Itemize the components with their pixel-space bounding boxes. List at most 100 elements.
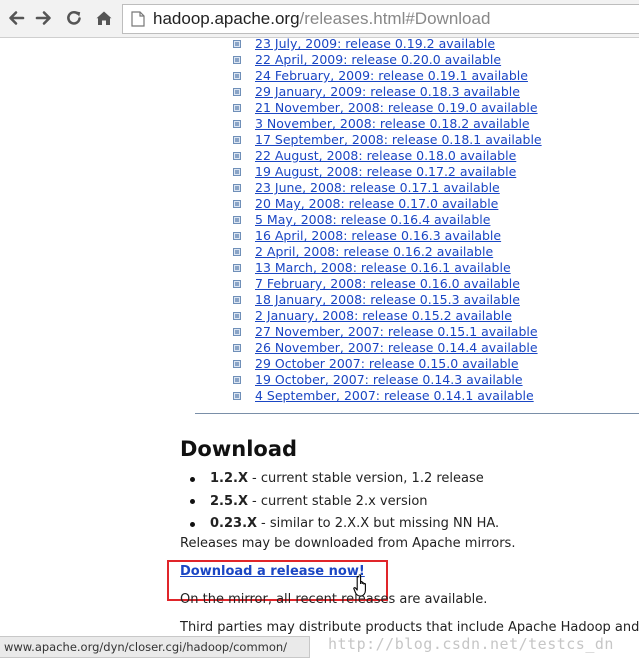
square-bullet-icon <box>233 344 241 352</box>
version-name: 0.23.X <box>210 516 258 531</box>
version-item: 1.2.X - current stable version, 1.2 relea… <box>190 468 499 491</box>
release-item: 22 April, 2009: release 0.20.0 available <box>233 52 542 68</box>
release-item: 5 May, 2008: release 0.16.4 available <box>233 212 542 228</box>
release-link[interactable]: 29 October 2007: release 0.15.0 availabl… <box>255 356 519 372</box>
square-bullet-icon <box>233 72 241 80</box>
mirror-note-text: On the mirror, all recent releases are a… <box>180 592 488 607</box>
back-button[interactable] <box>4 6 28 30</box>
download-release-link[interactable]: Download a release now! <box>180 564 365 579</box>
download-heading: Download <box>180 437 298 461</box>
release-item: 7 February, 2008: release 0.16.0 availab… <box>233 276 542 292</box>
forward-button[interactable] <box>32 6 56 30</box>
url-text[interactable]: hadoop.apache.org/releases.html#Download <box>153 9 490 29</box>
release-link[interactable]: 4 September, 2007: release 0.14.1 availa… <box>255 388 534 404</box>
release-link[interactable]: 24 February, 2009: release 0.19.1 availa… <box>255 68 528 84</box>
square-bullet-icon <box>233 328 241 336</box>
release-item: 23 July, 2009: release 0.19.2 available <box>233 36 542 52</box>
release-item: 29 January, 2009: release 0.18.3 availab… <box>233 84 542 100</box>
release-link[interactable]: 23 June, 2008: release 0.17.1 available <box>255 180 500 196</box>
release-item: 19 October, 2007: release 0.14.3 availab… <box>233 372 542 388</box>
release-link[interactable]: 18 January, 2008: release 0.15.3 availab… <box>255 292 520 308</box>
reload-icon <box>67 11 81 25</box>
release-item: 23 June, 2008: release 0.17.1 available <box>233 180 542 196</box>
release-item: 13 March, 2008: release 0.16.1 available <box>233 260 542 276</box>
square-bullet-icon <box>233 88 241 96</box>
status-bar: www.apache.org/dyn/closer.cgi/hadoop/com… <box>0 636 310 658</box>
release-item: 2 January, 2008: release 0.15.2 availabl… <box>233 308 542 324</box>
release-link[interactable]: 7 February, 2008: release 0.16.0 availab… <box>255 276 520 292</box>
release-item: 17 September, 2008: release 0.18.1 avail… <box>233 132 542 148</box>
square-bullet-icon <box>233 296 241 304</box>
url-host: hadoop.apache.org <box>153 9 300 28</box>
release-link[interactable]: 13 March, 2008: release 0.16.1 available <box>255 260 511 276</box>
home-icon <box>96 11 112 25</box>
square-bullet-icon <box>233 216 241 224</box>
watermark: http://blog.csdn.net/testcs_dn <box>328 635 614 653</box>
address-bar[interactable]: hadoop.apache.org/releases.html#Download <box>122 4 639 34</box>
release-item: 2 April, 2008: release 0.16.2 available <box>233 244 542 260</box>
section-divider <box>195 413 639 414</box>
third-party-text: Third parties may distribute products th… <box>180 620 639 635</box>
square-bullet-icon <box>233 376 241 384</box>
release-item: 29 October 2007: release 0.15.0 availabl… <box>233 356 542 372</box>
release-item: 19 August, 2008: release 0.17.2 availabl… <box>233 164 542 180</box>
url-path: /releases.html#Download <box>299 9 491 28</box>
square-bullet-icon <box>233 312 241 320</box>
version-desc: - current stable version, 1.2 release <box>252 471 484 486</box>
version-name: 1.2.X <box>210 471 248 486</box>
bullet-dot-icon <box>190 499 195 505</box>
release-item: 16 April, 2008: release 0.16.3 available <box>233 228 542 244</box>
square-bullet-icon <box>233 168 241 176</box>
square-bullet-icon <box>233 280 241 288</box>
square-bullet-icon <box>233 360 241 368</box>
square-bullet-icon <box>233 200 241 208</box>
home-button[interactable] <box>92 6 116 30</box>
release-item: 18 January, 2008: release 0.15.3 availab… <box>233 292 542 308</box>
release-link[interactable]: 22 April, 2009: release 0.20.0 available <box>255 52 501 68</box>
reload-button[interactable] <box>62 6 86 30</box>
square-bullet-icon <box>233 184 241 192</box>
version-list: 1.2.X - current stable version, 1.2 relea… <box>190 468 499 536</box>
forward-arrow-icon <box>35 11 51 25</box>
release-item: 21 November, 2008: release 0.19.0 availa… <box>233 100 542 116</box>
version-item: 0.23.X - similar to 2.X.X but missing NN … <box>190 513 499 536</box>
version-name: 2.5.X <box>210 493 248 509</box>
release-link[interactable]: 16 April, 2008: release 0.16.3 available <box>255 228 501 244</box>
browser-toolbar: hadoop.apache.org/releases.html#Download <box>0 0 639 38</box>
release-link[interactable]: 29 January, 2009: release 0.18.3 availab… <box>255 84 520 100</box>
mirrors-text: Releases may be downloaded from Apache m… <box>180 536 516 551</box>
release-link[interactable]: 5 May, 2008: release 0.16.4 available <box>255 212 490 228</box>
release-link[interactable]: 22 August, 2008: release 0.18.0 availabl… <box>255 148 516 164</box>
release-link[interactable]: 2 April, 2008: release 0.16.2 available <box>255 244 493 260</box>
release-link[interactable]: 23 July, 2009: release 0.19.2 available <box>255 36 495 52</box>
square-bullet-icon <box>233 104 241 112</box>
release-link[interactable]: 19 October, 2007: release 0.14.3 availab… <box>255 372 523 388</box>
release-item: 27 November, 2007: release 0.15.1 availa… <box>233 324 542 340</box>
square-bullet-icon <box>233 56 241 64</box>
release-link[interactable]: 2 January, 2008: release 0.15.2 availabl… <box>255 308 512 324</box>
release-link[interactable]: 3 November, 2008: release 0.18.2 availab… <box>255 116 530 132</box>
release-item: 26 November, 2007: release 0.14.4 availa… <box>233 340 542 356</box>
release-link[interactable]: 21 November, 2008: release 0.19.0 availa… <box>255 100 538 116</box>
back-arrow-icon <box>9 11 25 25</box>
version-desc: - similar to 2.X.X but missing NN HA. <box>261 516 500 531</box>
release-list: 23 July, 2009: release 0.19.2 available 2… <box>233 36 542 404</box>
square-bullet-icon <box>233 152 241 160</box>
release-link[interactable]: 19 August, 2008: release 0.17.2 availabl… <box>255 164 516 180</box>
square-bullet-icon <box>233 120 241 128</box>
square-bullet-icon <box>233 248 241 256</box>
release-item: 4 September, 2007: release 0.14.1 availa… <box>233 388 542 404</box>
release-item: 20 May, 2008: release 0.17.0 available <box>233 196 542 212</box>
bullet-dot-icon <box>190 476 195 482</box>
release-link[interactable]: 27 November, 2007: release 0.15.1 availa… <box>255 324 538 340</box>
release-link[interactable]: 26 November, 2007: release 0.14.4 availa… <box>255 340 538 356</box>
square-bullet-icon <box>233 40 241 48</box>
release-link[interactable]: 17 September, 2008: release 0.18.1 avail… <box>255 132 542 148</box>
version-desc: - current stable 2.x version <box>252 493 428 509</box>
release-link[interactable]: 20 May, 2008: release 0.17.0 available <box>255 196 498 212</box>
square-bullet-icon <box>233 392 241 400</box>
square-bullet-icon <box>233 136 241 144</box>
release-item: 22 August, 2008: release 0.18.0 availabl… <box>233 148 542 164</box>
release-item: 24 February, 2009: release 0.19.1 availa… <box>233 68 542 84</box>
square-bullet-icon <box>233 264 241 272</box>
